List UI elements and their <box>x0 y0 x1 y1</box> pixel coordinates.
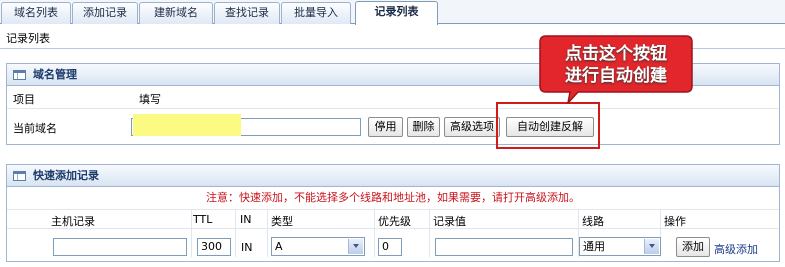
tab-record-list[interactable]: 记录列表 <box>355 1 438 25</box>
record-type-value: A <box>275 240 283 253</box>
tab-batch-import[interactable]: 批量导入 <box>281 2 351 24</box>
header-line: 线路 <box>582 215 604 228</box>
disable-button[interactable]: 停用 <box>368 117 403 137</box>
column-header-fill: 填写 <box>139 93 161 106</box>
current-domain-label: 当前域名 <box>13 122 57 135</box>
page-title: 记录列表 <box>6 32 50 45</box>
tab-add-record[interactable]: 添加记录 <box>72 2 138 24</box>
notice-text: 注意：快速添加，不能选择多个线路和地址池，如果需要，请打开高级添加。 <box>206 191 580 204</box>
quick-add-panel: 快速添加记录 注意：快速添加，不能选择多个线路和地址池，如果需要，请打开高级添加… <box>6 164 780 262</box>
header-record-value: 记录值 <box>433 215 466 228</box>
advanced-options-button[interactable]: 高级选项 <box>444 117 500 137</box>
column-header-item: 项目 <box>13 93 35 106</box>
column-divider <box>267 209 268 257</box>
redacted-domain-highlight <box>133 114 241 136</box>
callout-line-1: 点击这个按钮 <box>565 44 667 64</box>
callout-text: 点击这个按钮 进行自动创建 <box>552 43 680 87</box>
line-value: 通用 <box>583 240 605 253</box>
advanced-add-link[interactable]: 高级添加 <box>714 241 758 257</box>
table-header: 主机记录 TTL IN 类型 优先级 记录值 线路 操作 <box>7 209 779 229</box>
priority-input[interactable]: 0 <box>378 238 402 256</box>
ttl-input[interactable]: 300 <box>197 238 231 256</box>
tab-domain-list[interactable]: 域名列表 <box>1 2 71 24</box>
table-icon <box>13 70 26 80</box>
chevron-down-icon <box>644 239 659 254</box>
panel-title: 域名管理 <box>33 68 77 81</box>
column-divider <box>374 209 375 257</box>
column-divider <box>429 209 430 257</box>
in-class-label: IN <box>241 241 253 254</box>
record-type-select[interactable]: A <box>271 237 365 256</box>
host-record-input[interactable] <box>53 238 187 256</box>
header-host: 主机记录 <box>51 215 95 228</box>
header-ttl: TTL <box>193 213 213 226</box>
tab-bar: 域名列表 添加记录 建新域名 查找记录 批量导入 记录列表 <box>0 0 785 25</box>
tab-new-domain[interactable]: 建新域名 <box>139 2 213 24</box>
panel-header: 快速添加记录 <box>7 165 779 187</box>
record-value-input[interactable] <box>435 238 573 256</box>
line-select[interactable]: 通用 <box>579 237 661 256</box>
header-action: 操作 <box>664 215 686 228</box>
table-icon <box>13 171 26 181</box>
callout-bubble: 点击这个按钮 进行自动创建 <box>538 34 694 104</box>
delete-button[interactable]: 删除 <box>407 117 440 137</box>
chevron-down-icon <box>348 239 363 254</box>
callout-line-2: 进行自动创建 <box>565 66 667 86</box>
domain-row: 当前域名 停用 删除 高级选项 自动创建反解 <box>7 110 779 144</box>
header-type: 类型 <box>271 215 293 228</box>
column-divider <box>191 209 192 257</box>
header-priority: 优先级 <box>378 215 411 228</box>
header-in: IN <box>240 213 252 226</box>
highlight-box <box>496 102 600 149</box>
add-button[interactable]: 添加 <box>676 237 710 257</box>
column-divider <box>235 209 236 257</box>
panel-title: 快速添加记录 <box>33 169 99 182</box>
tab-search-record[interactable]: 查找记录 <box>214 2 280 24</box>
